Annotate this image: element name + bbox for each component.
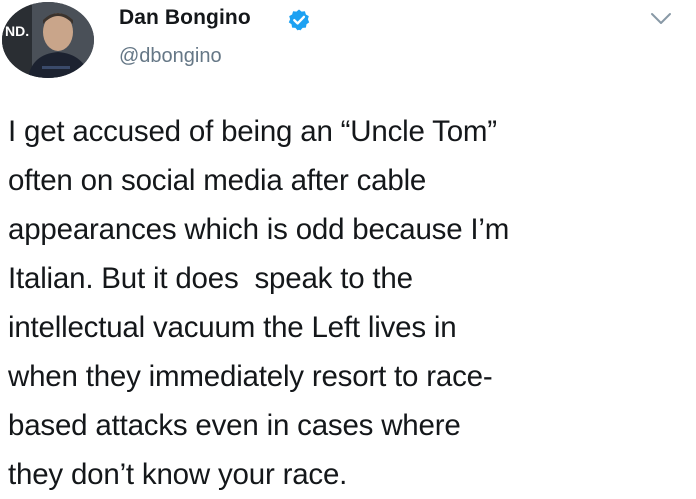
author-display-name[interactable]: Dan Bongino (119, 6, 251, 30)
tweet-text-line: I get accused of being an “Uncle Tom” (8, 115, 497, 148)
verified-badge-icon (288, 9, 310, 31)
tweet-text: I get accused of being an “Uncle Tom” of… (8, 107, 688, 499)
tweet-text-line: when they immediately resort to race- (8, 360, 493, 393)
tweet-text-line: intellectual vacuum the Left lives in (8, 311, 457, 344)
tweet-text-line: often on social media after cable (8, 164, 427, 197)
avatar-logo-text: ND. (5, 23, 29, 39)
avatar[interactable]: ND. (2, 2, 94, 78)
tweet-text-line: based attacks even in cases where (8, 409, 461, 442)
chevron-down-icon[interactable] (649, 11, 673, 27)
tweet-card: ND. Dan Bongino @dbongino I get accused … (0, 0, 696, 495)
tweet-text-line: appearances which is odd because I’m (8, 213, 510, 246)
tweet-text-line: Italian. But it does speak to the (8, 262, 413, 295)
tweet-text-line: they don’t know your race. (8, 458, 348, 491)
author-handle[interactable]: @dbongino (119, 45, 222, 68)
